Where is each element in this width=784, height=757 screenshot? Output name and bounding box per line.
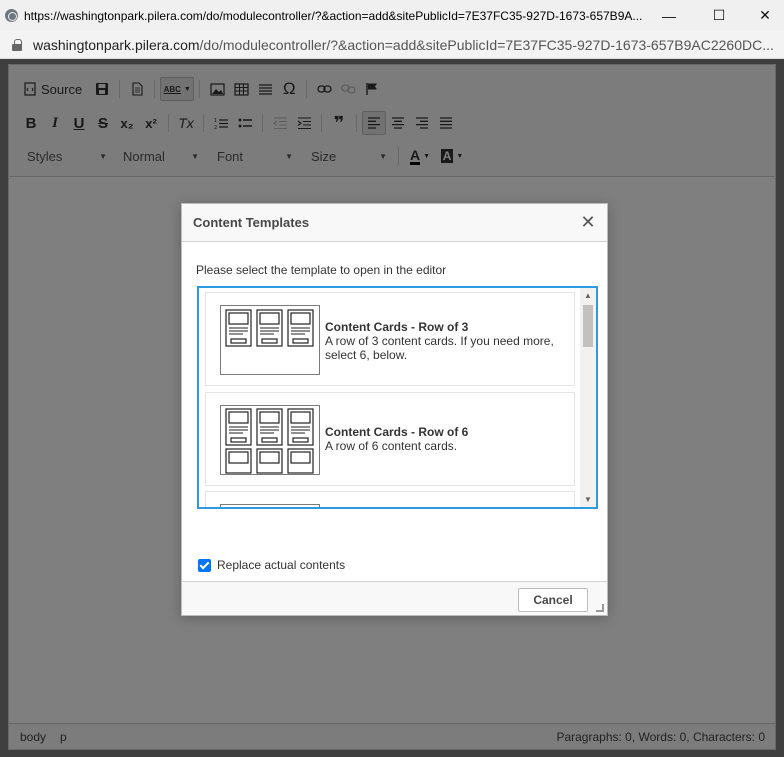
maximize-button[interactable]: ☐ — [696, 0, 742, 31]
template-title: Content Cards - Row of 6 — [325, 425, 469, 439]
dialog-header: Content Templates ✕ — [182, 204, 607, 242]
template-text: Content Cards - Row of 6 A row of 6 cont… — [325, 425, 565, 453]
template-thumbnail-icon — [220, 405, 320, 475]
template-list[interactable]: Content Cards - Row of 3 A row of 3 cont… — [197, 286, 598, 509]
cancel-button[interactable]: Cancel — [518, 588, 588, 612]
scrollbar-thumb[interactable] — [583, 305, 593, 347]
dialog-footer: Cancel — [182, 581, 607, 615]
address-text[interactable]: washingtonpark.pilera.com/do/modulecontr… — [33, 37, 773, 53]
dialog-prompt: Please select the template to open in th… — [196, 263, 447, 277]
template-item-partial[interactable] — [205, 491, 575, 507]
address-bar[interactable]: washingtonpark.pilera.com/do/modulecontr… — [0, 31, 784, 59]
window-url: https://washingtonpark.pilera.com/do/mod… — [24, 8, 643, 23]
template-item-row-of-6[interactable]: Content Cards - Row of 6 A row of 6 cont… — [205, 392, 575, 486]
replace-contents-checkbox[interactable] — [198, 558, 211, 572]
dialog-body: Please select the template to open in th… — [182, 242, 607, 582]
scroll-down-icon[interactable]: ▼ — [584, 495, 592, 504]
address-domain: washingtonpark.pilera.com — [33, 36, 200, 53]
browser-titlebar: https://washingtonpark.pilera.com/do/mod… — [0, 0, 784, 31]
address-path: /do/modulecontroller/?&action=add&sitePu… — [199, 36, 773, 53]
replace-contents-option[interactable]: Replace actual contents — [198, 558, 345, 572]
minimize-button[interactable]: — — [646, 0, 692, 31]
template-thumbnail-icon — [220, 504, 320, 507]
lock-icon — [12, 38, 22, 51]
template-title: Content Cards - Row of 3 — [325, 320, 469, 334]
site-favicon-icon — [5, 9, 18, 22]
template-description: A row of 3 content cards. If you need mo… — [325, 334, 554, 362]
content-templates-dialog: Content Templates ✕ Please select the te… — [181, 203, 608, 616]
close-window-button[interactable]: ✕ — [742, 0, 784, 31]
template-description: A row of 6 content cards. — [325, 439, 458, 453]
dialog-title: Content Templates — [193, 215, 310, 230]
replace-contents-label[interactable]: Replace actual contents — [217, 558, 345, 572]
template-list-scrollbar[interactable]: ▲ ▼ — [580, 288, 596, 507]
resize-handle-icon[interactable] — [596, 604, 604, 612]
template-item-row-of-3[interactable]: Content Cards - Row of 3 A row of 3 cont… — [205, 292, 575, 386]
scroll-up-icon[interactable]: ▲ — [584, 291, 592, 300]
close-icon[interactable]: ✕ — [579, 212, 597, 232]
template-text: Content Cards - Row of 3 A row of 3 cont… — [325, 320, 565, 362]
template-thumbnail-icon — [220, 305, 320, 375]
